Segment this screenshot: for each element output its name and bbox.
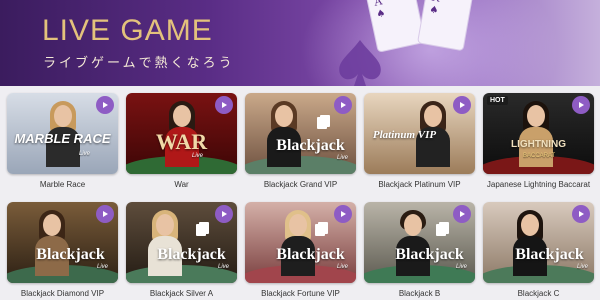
play-badge[interactable] <box>453 96 471 114</box>
cards-icon <box>436 224 446 236</box>
game-title[interactable]: Blackjack Grand VIP <box>245 180 356 189</box>
game-tile-blackjack-platinum-vip[interactable]: Platinum VIP <box>364 93 475 174</box>
cards-icon <box>315 224 325 236</box>
play-icon <box>103 211 108 217</box>
live-tag: Live <box>218 264 230 270</box>
play-icon <box>222 211 227 217</box>
hot-badge: HOT <box>487 96 508 105</box>
game-title[interactable]: Blackjack Silver A <box>126 289 237 298</box>
game-logo: WAR <box>155 129 208 154</box>
playing-cards-illustration: A ♠ K ♠ <box>339 0 474 86</box>
play-icon <box>579 211 584 217</box>
play-icon <box>103 102 108 108</box>
live-tag: Live <box>79 151 91 157</box>
live-game-banner: A ♠ K ♠ LIVE GAME ライブゲームで熱くなろう <box>0 0 600 86</box>
play-badge[interactable] <box>215 96 233 114</box>
live-tag: Live <box>337 155 349 161</box>
cards-icon <box>317 117 327 129</box>
cards-icon <box>196 224 206 236</box>
game-logo: Blackjack <box>276 246 345 263</box>
play-icon <box>341 211 346 217</box>
play-icon <box>579 102 584 108</box>
baccarat-tag: BACCARAT <box>523 153 556 159</box>
game-logo: Platinum VIP <box>372 129 437 141</box>
game-title[interactable]: Blackjack Platinum VIP <box>364 180 475 189</box>
game-logo: Blackjack <box>157 246 226 263</box>
game-logo: Blackjack <box>515 246 584 263</box>
game-title[interactable]: Japanese Lightning Baccarat <box>483 180 594 189</box>
game-tile-blackjack-diamond-vip[interactable]: Blackjack Live <box>7 202 118 283</box>
game-title[interactable]: Marble Race <box>7 180 118 189</box>
game-title[interactable]: Blackjack Fortune VIP <box>245 289 356 298</box>
play-badge[interactable] <box>96 205 114 223</box>
game-tile-marble-race[interactable]: MARBLE RACE Live <box>7 93 118 174</box>
game-tile-blackjack-b[interactable]: Blackjack Live <box>364 202 475 283</box>
play-badge[interactable] <box>215 205 233 223</box>
banner-title: LIVE GAME <box>42 14 213 47</box>
play-badge[interactable] <box>572 96 590 114</box>
play-badge[interactable] <box>453 205 471 223</box>
play-badge[interactable] <box>334 205 352 223</box>
game-logo: LIGHTNING <box>511 139 566 150</box>
game-title[interactable]: Blackjack B <box>364 289 475 298</box>
live-tag: Live <box>456 264 468 270</box>
game-tile-blackjack-c[interactable]: Blackjack Live <box>483 202 594 283</box>
game-tile-war[interactable]: WAR Live <box>126 93 237 174</box>
play-icon <box>341 102 346 108</box>
play-badge[interactable] <box>572 205 590 223</box>
game-title[interactable]: Blackjack Diamond VIP <box>7 289 118 298</box>
game-logo: Blackjack <box>36 246 105 263</box>
game-tile-japanese-lightning-baccarat[interactable]: LIGHTNING BACCARAT HOT <box>483 93 594 174</box>
play-icon <box>222 102 227 108</box>
live-tag: Live <box>192 153 204 159</box>
live-tag: Live <box>577 264 589 270</box>
live-tag: Live <box>337 264 349 270</box>
play-badge[interactable] <box>96 96 114 114</box>
banner-subtitle: ライブゲームで熱くなろう <box>43 56 235 71</box>
game-title[interactable]: Blackjack C <box>483 289 594 298</box>
game-tile-blackjack-fortune-vip[interactable]: Blackjack Live <box>245 202 356 283</box>
play-icon <box>460 211 465 217</box>
svg-text:♠: ♠ <box>429 4 440 16</box>
live-tag: Live <box>97 264 109 270</box>
play-icon <box>460 102 465 108</box>
game-tile-blackjack-silver-a[interactable]: Blackjack Live <box>126 202 237 283</box>
game-title[interactable]: War <box>126 180 237 189</box>
game-logo: Blackjack <box>395 246 464 263</box>
play-badge[interactable] <box>334 96 352 114</box>
game-logo: MARBLE RACE <box>14 131 111 146</box>
game-tile-blackjack-grand-vip[interactable]: Blackjack Live <box>245 93 356 174</box>
game-logo: Blackjack <box>276 137 345 154</box>
